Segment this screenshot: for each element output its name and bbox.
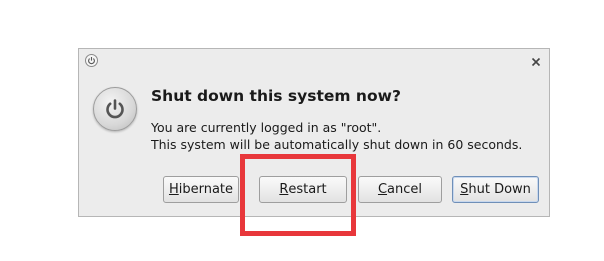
restart-button[interactable]: Restart xyxy=(259,176,347,203)
dialog-heading: Shut down this system now? xyxy=(151,87,401,105)
message-line-user: You are currently logged in as "root". xyxy=(151,120,382,135)
shutdown-dialog: Shut down this system now? You are curre… xyxy=(78,48,550,217)
restart-mnemonic: R xyxy=(279,182,289,197)
cancel-label: ancel xyxy=(387,182,423,197)
dialog-message: You are currently logged in as "root". T… xyxy=(151,119,522,153)
restart-label: estart xyxy=(288,182,327,197)
shut-down-button[interactable]: Shut Down xyxy=(452,176,539,203)
cancel-button[interactable]: Cancel xyxy=(358,176,442,203)
cancel-mnemonic: C xyxy=(377,182,388,197)
shutdown-mnemonic: S xyxy=(460,182,469,197)
message-line-countdown: This system will be automatically shut d… xyxy=(151,137,523,152)
hibernate-label: ibernate xyxy=(178,182,234,197)
shutdown-label: hut Down xyxy=(468,182,531,197)
hibernate-button[interactable]: Hibernate xyxy=(163,176,239,203)
power-icon xyxy=(93,87,137,131)
hibernate-mnemonic: H xyxy=(168,182,179,197)
power-icon xyxy=(85,54,98,67)
close-icon[interactable] xyxy=(529,54,543,68)
